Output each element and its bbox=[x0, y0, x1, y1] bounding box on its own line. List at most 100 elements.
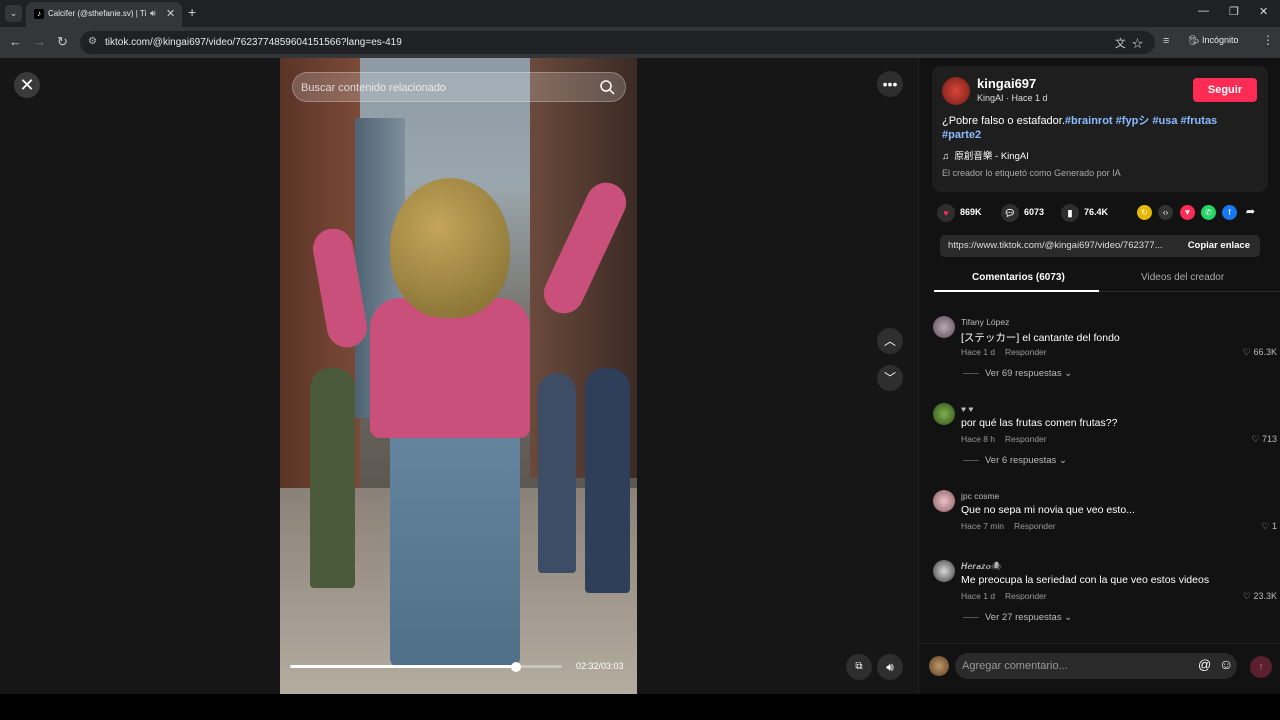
share-link-row: https://www.tiktok.com/@kingai697/video/… bbox=[940, 235, 1260, 257]
previous-video-icon[interactable]: ︿ bbox=[877, 328, 903, 354]
video-time: 02:32/03:03 bbox=[576, 661, 624, 671]
hashtag-link[interactable]: #frutas bbox=[1181, 115, 1218, 127]
comment-like-button[interactable]: ♡ 23.3K bbox=[1243, 591, 1277, 602]
browser-tab[interactable]: ♪ Calcifer (@sthefanie.sv) | Ti 🔊︎ ✕ bbox=[26, 2, 182, 27]
reply-button[interactable]: Responder bbox=[1005, 591, 1047, 601]
author-avatar[interactable] bbox=[942, 77, 970, 105]
comment-like-count: 66.3K bbox=[1253, 347, 1277, 357]
tiktok-favicon-icon: ♪ bbox=[34, 9, 44, 19]
incognito-badge[interactable]: 🕵︎ Incógnito bbox=[1188, 35, 1238, 46]
reply-button[interactable]: Responder bbox=[1005, 434, 1047, 444]
forward-icon[interactable]: → bbox=[33, 34, 46, 49]
related-search-input[interactable] bbox=[301, 79, 591, 97]
audio-playing-icon[interactable]: 🔊︎ bbox=[150, 8, 156, 19]
heart-outline-icon: ♡ bbox=[1261, 521, 1270, 531]
translate-and-bookmark-icons[interactable]: 文 ☆ bbox=[1115, 35, 1143, 51]
comment-meta: Hace 7 min Responder bbox=[961, 521, 1056, 531]
video-progress-bar[interactable] bbox=[290, 662, 565, 672]
share-arrow-icon[interactable]: ➦ bbox=[1243, 205, 1258, 220]
hashtag-link[interactable]: #brainrot bbox=[1065, 115, 1113, 127]
comment-like-button[interactable]: ♡ 66.3K bbox=[1243, 347, 1277, 358]
hashtag-link[interactable]: #fypシ bbox=[1116, 115, 1150, 127]
commenter-avatar[interactable] bbox=[933, 403, 955, 425]
comment-time: Hace 1 d bbox=[961, 347, 996, 357]
comment-composer: @ ☺ ↑ bbox=[919, 643, 1280, 694]
progress-thumb[interactable] bbox=[511, 662, 521, 672]
close-video-button[interactable]: ✕ bbox=[14, 72, 40, 98]
comment-text: [ステッカー] el cantante del fondo bbox=[961, 332, 1120, 344]
reply-button[interactable]: Responder bbox=[1014, 521, 1056, 531]
author-subtitle: KingAI · Hace 1 d bbox=[977, 93, 1048, 103]
view-replies-button[interactable]: Ver 27 respuestas ⌄ bbox=[963, 612, 1072, 623]
mention-icon[interactable]: @ bbox=[1198, 657, 1211, 672]
repost-icon[interactable]: ↻ bbox=[1137, 205, 1152, 220]
progress-fill bbox=[290, 665, 516, 668]
emoji-icon[interactable]: ☺ bbox=[1219, 656, 1233, 672]
site-info-icon[interactable]: ⚙ bbox=[88, 36, 97, 47]
copy-link-button[interactable]: Copiar enlace bbox=[1188, 240, 1250, 251]
heart-outline-icon: ♡ bbox=[1242, 347, 1251, 357]
comment-like-count: 713 bbox=[1261, 434, 1277, 444]
back-icon[interactable]: ← bbox=[9, 34, 22, 49]
commenter-avatar[interactable] bbox=[933, 316, 955, 338]
reply-line bbox=[963, 459, 979, 461]
music-link[interactable]: ♫ 原創音樂 - KingAI bbox=[942, 148, 1029, 162]
new-tab-icon[interactable]: + bbox=[188, 4, 196, 20]
author-card: kingai697 KingAI · Hace 1 d Seguir ¿Pobr… bbox=[932, 66, 1268, 192]
reply-button[interactable]: Responder bbox=[1005, 347, 1047, 357]
like-button[interactable]: ♥ 869K bbox=[937, 201, 982, 223]
video-link[interactable]: https://www.tiktok.com/@kingai697/video/… bbox=[948, 240, 1173, 251]
author-username[interactable]: kingai697 bbox=[977, 76, 1036, 91]
floating-player-icon[interactable]: ⧉ bbox=[846, 654, 872, 680]
view-replies-button[interactable]: Ver 69 respuestas ⌄ bbox=[963, 368, 1072, 379]
more-options-icon[interactable]: ••• bbox=[877, 71, 903, 97]
video-player[interactable]: 02:32/03:03 bbox=[280, 58, 637, 694]
related-search-bar[interactable] bbox=[292, 72, 626, 102]
whatsapp-icon[interactable]: ✆ bbox=[1201, 205, 1216, 220]
comment-button[interactable]: 💬︎ 6073 bbox=[1001, 201, 1044, 223]
facebook-icon[interactable]: f bbox=[1222, 205, 1237, 220]
commenter-name[interactable]: 𝑯𝒆𝒓𝒂𝒛𝒐🕷 bbox=[961, 561, 1002, 572]
reload-icon[interactable]: ↻ bbox=[57, 34, 68, 50]
search-icon[interactable] bbox=[599, 79, 615, 95]
commenter-name[interactable]: ♥ ♥ bbox=[961, 404, 973, 414]
send-to-friends-icon[interactable]: ▼ bbox=[1180, 205, 1195, 220]
arrow-up-icon: ↑ bbox=[1258, 661, 1264, 673]
next-video-icon[interactable]: ﹀ bbox=[877, 365, 903, 391]
commenter-avatar[interactable] bbox=[933, 560, 955, 582]
comment-like-button[interactable]: ♡ 1 bbox=[1261, 521, 1277, 532]
comment-text: por qué las frutas comen frutas?? bbox=[961, 417, 1118, 429]
commenter-name[interactable]: jpc cosme bbox=[961, 491, 999, 501]
address-bar[interactable]: ⚙ tiktok.com/@kingai697/video/7623774859… bbox=[80, 31, 1155, 54]
embed-icon[interactable]: ‹› bbox=[1158, 205, 1173, 220]
bottom-letterbox bbox=[0, 694, 1280, 720]
volume-icon[interactable]: 🔊︎ bbox=[877, 654, 903, 680]
url-text[interactable]: tiktok.com/@kingai697/video/762377485960… bbox=[105, 37, 402, 48]
tab-list-button[interactable]: ⌄ bbox=[5, 5, 22, 22]
video-figure-head bbox=[390, 178, 510, 318]
save-button[interactable]: ▮ 76.4K bbox=[1061, 201, 1108, 223]
window-close-icon[interactable]: ✕ bbox=[1259, 5, 1268, 18]
tab-creator-videos[interactable]: Videos del creador bbox=[1141, 272, 1224, 283]
video-figure-shirt bbox=[370, 298, 530, 438]
send-comment-button[interactable]: ↑ bbox=[1250, 656, 1272, 678]
hashtag-link[interactable]: #parte2 bbox=[942, 129, 981, 141]
reply-line bbox=[963, 372, 979, 374]
follow-button[interactable]: Seguir bbox=[1193, 78, 1257, 102]
bookmark-icon: ▮ bbox=[1061, 203, 1079, 222]
restore-icon[interactable]: ❐ bbox=[1229, 5, 1239, 18]
comment-icon: 💬︎ bbox=[1001, 203, 1019, 222]
commenter-avatar[interactable] bbox=[933, 490, 955, 512]
comment-like-button[interactable]: ♡ 713 bbox=[1251, 434, 1277, 445]
comments-count: 6073 bbox=[1024, 207, 1045, 217]
commenter-name[interactable]: Tifany López bbox=[961, 317, 1009, 327]
browser-menu-icon[interactable]: ⋮ bbox=[1262, 33, 1274, 47]
comment-meta: Hace 8 h Responder bbox=[961, 434, 1047, 444]
tab-close-icon[interactable]: ✕ bbox=[166, 7, 175, 20]
tab-search-icon[interactable]: ≡ bbox=[1163, 35, 1169, 47]
hashtag-link[interactable]: #usa bbox=[1152, 115, 1177, 127]
comment-input[interactable] bbox=[955, 653, 1237, 679]
view-replies-button[interactable]: Ver 6 respuestas ⌄ bbox=[963, 455, 1067, 466]
tab-comments[interactable]: Comentarios (6073) bbox=[972, 272, 1065, 283]
minimize-icon[interactable]: — bbox=[1198, 5, 1209, 17]
